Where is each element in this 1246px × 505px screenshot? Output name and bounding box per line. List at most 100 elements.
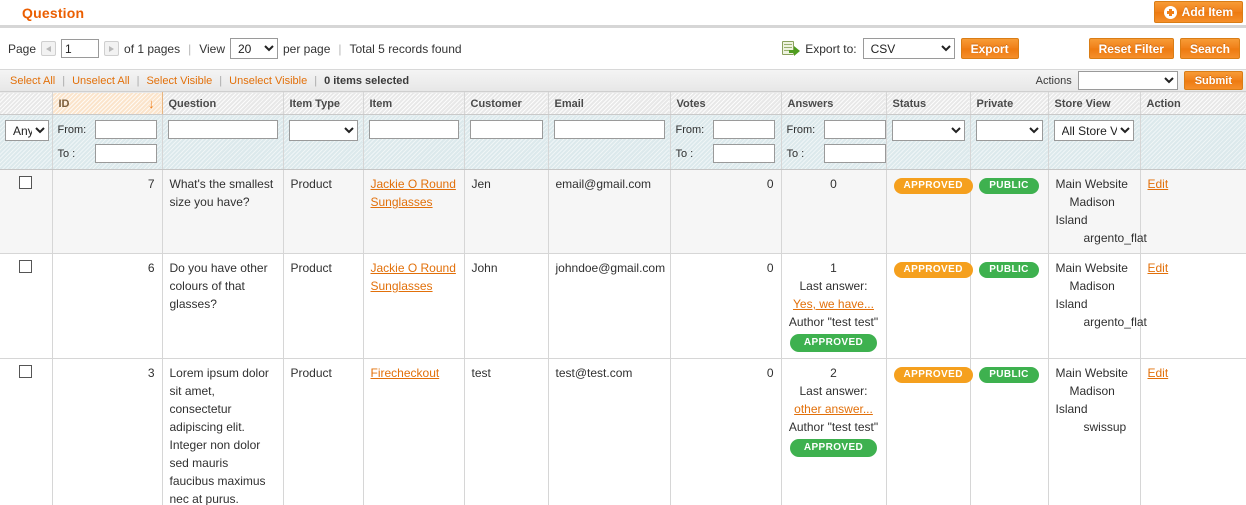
store-view-group-line2: Island bbox=[1055, 297, 1088, 311]
filter-email-input[interactable] bbox=[553, 120, 665, 139]
table-row[interactable]: 6 Do you have other colours of that glas… bbox=[0, 253, 1246, 359]
private-badge: PUBLIC bbox=[979, 178, 1039, 194]
column-header-question[interactable]: Question bbox=[162, 92, 284, 115]
filter-answers-from-label: From: bbox=[786, 123, 816, 136]
filter-item-type-select[interactable]: ProductCategoryPage bbox=[288, 120, 358, 141]
last-answer-link[interactable]: other answer... bbox=[789, 400, 879, 418]
per-page-select[interactable]: 203050100200 bbox=[230, 38, 278, 59]
answer-status-badge: APPROVED bbox=[789, 439, 878, 457]
filter-checkbox-select[interactable]: AnyYesNo bbox=[5, 120, 49, 141]
cell-store-view: Main Website Madison Island argento_flat bbox=[1048, 169, 1147, 254]
grid-toolbar: Page of 1 pages | View 203050100200 per … bbox=[0, 28, 1246, 69]
page-root: Question Add Item Page of 1 pages | View… bbox=[0, 0, 1246, 505]
answer-status-badge: APPROVED bbox=[789, 334, 878, 352]
filter-votes-from-input[interactable] bbox=[712, 120, 775, 139]
column-header-item-type[interactable]: Item Type bbox=[283, 92, 364, 115]
massaction-separator-2: | bbox=[136, 74, 140, 87]
column-header-status[interactable]: Status bbox=[886, 92, 971, 115]
pager-controls: Page of 1 pages | View 203050100200 per … bbox=[8, 38, 462, 59]
item-link[interactable]: Jackie O Round Sunglasses bbox=[371, 261, 456, 293]
cell-item-type: Product bbox=[283, 253, 364, 359]
cell-question: Lorem ipsum dolor sit amet, consectetur … bbox=[162, 358, 284, 505]
column-header-store-view[interactable]: Store View bbox=[1048, 92, 1141, 115]
filter-answers-to-input[interactable] bbox=[823, 144, 886, 163]
column-header-votes[interactable]: Votes bbox=[670, 92, 782, 115]
store-view-group-line2: Island bbox=[1055, 213, 1088, 227]
cell-item-type: Product bbox=[283, 358, 364, 505]
store-view-group-line1: Madison bbox=[1069, 195, 1115, 209]
cell-private: PUBLIC bbox=[970, 358, 1049, 505]
store-view-website: Main Website bbox=[1055, 177, 1128, 191]
filter-cell-customer bbox=[464, 114, 549, 170]
column-header-private[interactable]: Private bbox=[970, 92, 1049, 115]
add-item-button[interactable]: Add Item bbox=[1153, 1, 1243, 23]
edit-link[interactable]: Edit bbox=[1148, 261, 1169, 275]
select-all-link[interactable]: Select All bbox=[10, 75, 55, 87]
column-header-id[interactable]: ID ↓ bbox=[51, 92, 163, 115]
filter-answers-from-input[interactable] bbox=[823, 120, 886, 139]
row-select-checkbox[interactable] bbox=[19, 365, 33, 378]
edit-link[interactable]: Edit bbox=[1148, 366, 1169, 380]
cell-votes: 0 bbox=[670, 253, 782, 359]
cell-id: 6 bbox=[52, 253, 163, 359]
column-header-customer[interactable]: Customer bbox=[464, 92, 549, 115]
column-header-email[interactable]: Email bbox=[548, 92, 671, 115]
cell-store-view: Main Website Madison Island argento_flat bbox=[1048, 253, 1147, 359]
filter-votes-from-label: From: bbox=[675, 123, 705, 136]
massaction-submit-button[interactable]: Submit bbox=[1183, 71, 1243, 90]
cell-item: Jackie O Round Sunglasses bbox=[363, 253, 465, 359]
cell-item: Firecheckout bbox=[363, 358, 465, 505]
table-row[interactable]: 3 Lorem ipsum dolor sit amet, consectetu… bbox=[0, 358, 1246, 505]
filter-id-from-input[interactable] bbox=[94, 120, 157, 139]
filter-store-view-select[interactable]: All Store ViewsMain WebsiteMadison Islan… bbox=[1053, 120, 1134, 141]
cell-action: Edit bbox=[1140, 253, 1246, 359]
item-link[interactable]: Jackie O Round Sunglasses bbox=[371, 177, 456, 209]
filter-answers-to-label: To : bbox=[786, 147, 805, 160]
actions-label: Actions bbox=[1035, 74, 1072, 87]
massaction-separator-1: | bbox=[62, 74, 66, 87]
item-link[interactable]: Firecheckout bbox=[371, 366, 440, 380]
question-grid: ID ↓ Question Item Type Item Customer Em… bbox=[0, 92, 1246, 505]
store-view-group-line2: Island bbox=[1055, 402, 1088, 416]
massaction-select[interactable]: DeleteChange status bbox=[1077, 71, 1178, 90]
grid-body: 7 What's the smallest size you have? Pro… bbox=[0, 169, 1246, 505]
filter-votes-to-input[interactable] bbox=[712, 144, 775, 163]
last-answer-label: Last answer: bbox=[799, 384, 868, 398]
unselect-all-link[interactable]: Unselect All bbox=[72, 75, 129, 87]
filter-id-to-label: To : bbox=[57, 147, 76, 160]
page-input[interactable] bbox=[61, 39, 100, 58]
status-badge: APPROVED bbox=[893, 367, 973, 383]
export-button[interactable]: Export bbox=[960, 38, 1019, 59]
cell-store-view: Main Website Madison Island swissup bbox=[1048, 358, 1141, 505]
previous-page-button[interactable] bbox=[41, 41, 57, 56]
search-button[interactable]: Search bbox=[1179, 38, 1240, 59]
row-select-checkbox[interactable] bbox=[19, 260, 33, 273]
cell-private: PUBLIC bbox=[970, 169, 1049, 254]
filter-question-input[interactable] bbox=[167, 120, 278, 139]
last-answer-link[interactable]: Yes, we have... bbox=[789, 295, 879, 313]
select-visible-link[interactable]: Select Visible bbox=[146, 75, 212, 87]
filter-customer-input[interactable] bbox=[469, 120, 543, 139]
massaction-submit-group: Actions DeleteChange status Submit bbox=[1036, 71, 1243, 90]
plus-circle-icon bbox=[1163, 5, 1177, 19]
chevron-left-icon bbox=[46, 45, 52, 52]
row-select-checkbox[interactable] bbox=[19, 176, 33, 189]
filter-status-select[interactable]: PendingApprovedNot Approved bbox=[891, 120, 965, 141]
reset-filter-button[interactable]: Reset Filter bbox=[1088, 38, 1174, 59]
cell-answers: 0 bbox=[781, 169, 887, 254]
unselect-visible-link[interactable]: Unselect Visible bbox=[229, 75, 307, 87]
export-format-select[interactable]: CSVExcel XML bbox=[862, 38, 955, 59]
next-page-button[interactable] bbox=[104, 41, 120, 56]
edit-link[interactable]: Edit bbox=[1148, 177, 1169, 191]
filter-item-input[interactable] bbox=[368, 120, 459, 139]
column-header-answers[interactable]: Answers bbox=[781, 92, 887, 115]
store-view-group-line1: Madison bbox=[1069, 279, 1115, 293]
last-answer-label: Last answer: bbox=[799, 279, 868, 293]
filter-private-select[interactable]: PublicPrivate bbox=[975, 120, 1043, 141]
filter-id-to-input[interactable] bbox=[94, 144, 157, 163]
add-item-label: Add Item bbox=[1181, 5, 1233, 19]
table-row[interactable]: 7 What's the smallest size you have? Pro… bbox=[0, 169, 1246, 254]
cell-email: email@gmail.com bbox=[548, 169, 671, 254]
of-pages-label: of 1 pages bbox=[124, 41, 181, 56]
column-header-item[interactable]: Item bbox=[363, 92, 465, 115]
